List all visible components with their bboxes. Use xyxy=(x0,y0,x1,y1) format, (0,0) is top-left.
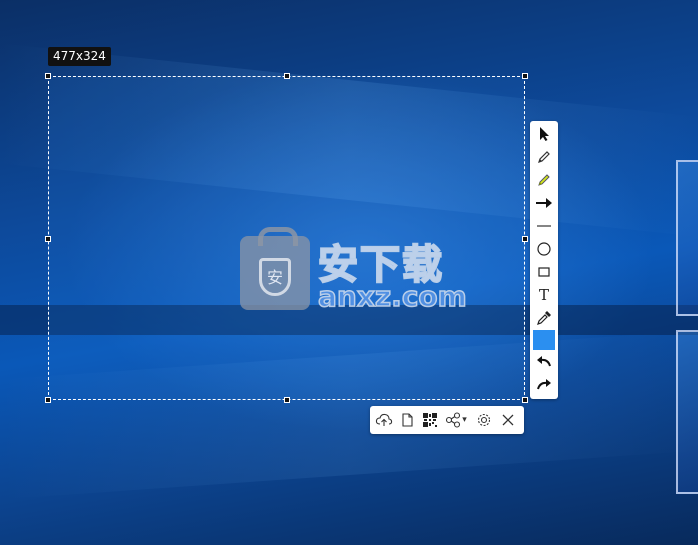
copy-clipboard-icon[interactable] xyxy=(397,410,417,430)
resize-handle-bottom-right[interactable] xyxy=(522,397,528,403)
windows-logo-pane xyxy=(676,160,698,316)
eyedropper-icon[interactable] xyxy=(534,308,554,328)
text-icon[interactable]: T xyxy=(534,285,554,305)
color-picker-swatch[interactable] xyxy=(533,330,555,350)
resize-handle-bottom[interactable] xyxy=(284,397,290,403)
qr-code-icon[interactable] xyxy=(420,410,440,430)
undo-icon[interactable] xyxy=(534,351,554,371)
share-icon[interactable]: ▾ xyxy=(443,410,469,430)
capture-action-toolbar: ▾ xyxy=(370,406,524,434)
watermark-shield: 安 xyxy=(259,258,291,296)
watermark-logo: 安 安下载 anxz.com xyxy=(240,227,468,314)
share-dropdown-caret[interactable]: ▾ xyxy=(462,415,467,425)
watermark-domain-text: anxz.com xyxy=(317,279,467,314)
cloud-upload-icon[interactable] xyxy=(374,410,394,430)
close-icon[interactable] xyxy=(498,410,518,430)
windows-logo-pane xyxy=(676,330,698,494)
annotation-toolbar: T xyxy=(530,121,558,399)
pencil-icon[interactable] xyxy=(534,147,554,167)
arrow-icon[interactable] xyxy=(534,193,554,213)
resize-handle-top-left[interactable] xyxy=(45,73,51,79)
capture-size-label: 477x324 xyxy=(48,47,111,66)
resize-handle-top[interactable] xyxy=(284,73,290,79)
resize-handle-right[interactable] xyxy=(522,236,528,242)
watermark-bag-icon: 安 xyxy=(240,227,310,310)
resize-handle-left[interactable] xyxy=(45,236,51,242)
line-icon[interactable] xyxy=(534,216,554,236)
rectangle-icon[interactable] xyxy=(534,262,554,282)
redo-icon[interactable] xyxy=(534,374,554,394)
resize-handle-top-right[interactable] xyxy=(522,73,528,79)
resize-handle-bottom-left[interactable] xyxy=(45,397,51,403)
ellipse-icon[interactable] xyxy=(534,239,554,259)
settings-gear-icon[interactable] xyxy=(474,410,494,430)
highlighter-icon[interactable] xyxy=(534,170,554,190)
select-cursor-icon[interactable] xyxy=(534,124,554,144)
